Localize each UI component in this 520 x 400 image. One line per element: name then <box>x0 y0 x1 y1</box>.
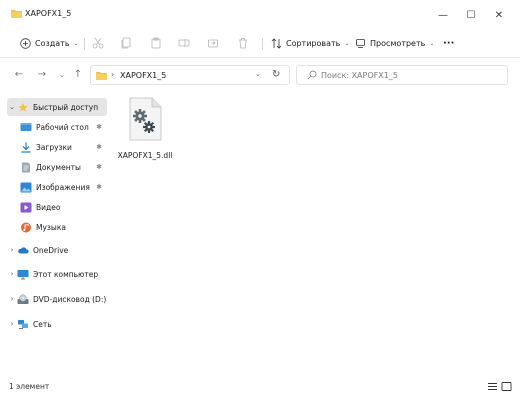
copy-icon[interactable] <box>120 37 132 49</box>
music-icon <box>21 222 31 232</box>
view-label: Просмотреть <box>370 38 426 48</box>
chevron-down-icon: ⌄ <box>429 39 435 47</box>
divider <box>84 38 85 50</box>
sidebar-item-label: DVD-дисковод (D:) <box>33 294 107 304</box>
dll-gear-icon <box>129 97 162 141</box>
up-arrow-icon[interactable]: ↑ <box>72 69 84 81</box>
sidebar-item-network[interactable]: › Сеть <box>7 315 107 333</box>
item-count: 1 элемент <box>9 382 50 391</box>
desktop-icon <box>20 122 32 131</box>
chevron-right-icon[interactable]: › <box>7 320 17 328</box>
sidebar-item-documents[interactable]: Документы ✱ <box>20 158 106 176</box>
window-title: XAPOFX1_5 <box>25 9 72 18</box>
breadcrumb-separator-icon: › <box>111 70 115 79</box>
navigation-pane: ⌄ Быстрый доступ Рабочий стол ✱ Загрузки… <box>0 92 108 374</box>
recent-chevron-icon[interactable]: ⌄ <box>56 69 68 81</box>
file-item[interactable]: XAPOFX1_5.dll <box>118 97 172 161</box>
sidebar-item-pictures[interactable]: Изображения ✱ <box>20 178 106 196</box>
sidebar-item-this-pc[interactable]: › Этот компьютер <box>7 265 107 283</box>
view-icon <box>356 38 365 48</box>
dvd-icon <box>17 293 29 304</box>
divider <box>262 38 263 50</box>
details-view-icon[interactable] <box>487 381 498 392</box>
address-row: ← → ⌄ ↑ › XAPOFX1_5 ⌄ ↻ Поиск: XAPOFX1_5 <box>0 60 520 90</box>
sidebar-item-onedrive[interactable]: › OneDrive <box>7 241 107 259</box>
pin-icon[interactable]: ✱ <box>96 123 102 131</box>
sidebar-item-label: Видео <box>36 202 61 212</box>
folder-icon <box>96 72 107 80</box>
sidebar-item-desktop[interactable]: Рабочий стол ✱ <box>20 118 106 136</box>
breadcrumb-current[interactable]: XAPOFX1_5 <box>120 71 166 80</box>
chevron-down-icon[interactable]: ⌄ <box>7 103 17 111</box>
chevron-down-icon: ⌄ <box>73 39 79 47</box>
sidebar-item-music[interactable]: Музыка <box>20 218 106 236</box>
more-options-button[interactable]: ··· <box>443 34 454 52</box>
sort-arrows-icon <box>271 37 282 49</box>
sidebar-item-downloads[interactable]: Загрузки ✱ <box>20 138 106 156</box>
delete-icon[interactable] <box>237 37 249 49</box>
sidebar-item-label: Загрузки <box>36 142 72 152</box>
view-button[interactable]: Просмотреть ⌄ <box>355 34 434 52</box>
file-explorer-window: XAPOFX1_5 — ☐ ✕ Создать ⌄ Сортировать ⌄ … <box>0 0 520 400</box>
back-arrow-icon[interactable]: ← <box>13 69 25 81</box>
create-label: Создать <box>35 38 70 48</box>
pin-icon[interactable]: ✱ <box>96 143 102 151</box>
network-icon <box>18 319 28 329</box>
sidebar-item-label: Музыка <box>36 222 66 232</box>
sidebar-item-dvd-drive[interactable]: › DVD-дисковод (D:) <box>7 290 107 308</box>
search-input[interactable]: Поиск: XAPOFX1_5 <box>296 65 508 85</box>
cloud-icon <box>18 246 29 253</box>
plus-circle-icon <box>20 37 31 49</box>
chevron-down-icon: ⌄ <box>344 39 350 47</box>
share-icon[interactable] <box>207 37 219 49</box>
star-icon <box>18 102 28 112</box>
search-placeholder: Поиск: XAPOFX1_5 <box>321 71 398 80</box>
maximize-button[interactable]: ☐ <box>459 6 483 24</box>
folder-icon <box>11 10 22 18</box>
sort-label: Сортировать <box>286 38 341 48</box>
sidebar-item-label: Документы <box>36 162 81 172</box>
chevron-right-icon[interactable]: › <box>7 246 17 254</box>
address-dropdown-icon[interactable]: ⌄ <box>255 70 261 78</box>
address-bar[interactable]: › XAPOFX1_5 ⌄ ↻ <box>90 65 290 85</box>
file-list: XAPOFX1_5.dll <box>110 92 520 374</box>
computer-icon <box>17 269 29 279</box>
sidebar-item-label: Быстрый доступ <box>33 102 99 112</box>
file-name: XAPOFX1_5.dll <box>117 151 173 160</box>
sidebar-item-label: Сеть <box>33 319 52 329</box>
search-icon <box>307 70 317 80</box>
close-button[interactable]: ✕ <box>487 6 511 24</box>
minimize-button[interactable]: — <box>431 6 455 24</box>
paste-icon[interactable] <box>150 37 162 49</box>
sidebar-item-quick-access[interactable]: ⌄ Быстрый доступ <box>7 98 107 116</box>
create-button[interactable]: Создать ⌄ <box>20 34 79 52</box>
refresh-icon[interactable]: ↻ <box>272 69 280 80</box>
rename-icon[interactable] <box>178 37 190 49</box>
sidebar-item-label: Этот компьютер <box>33 269 99 279</box>
video-icon <box>20 202 32 212</box>
sidebar-item-label: OneDrive <box>33 245 69 255</box>
documents-icon <box>22 162 30 172</box>
chevron-right-icon[interactable]: › <box>7 270 17 278</box>
tiles-view-icon[interactable] <box>501 381 512 392</box>
cut-icon[interactable] <box>92 37 104 49</box>
sort-button[interactable]: Сортировать ⌄ <box>271 34 349 52</box>
sidebar-item-label: Рабочий стол <box>36 122 89 132</box>
sidebar-item-video[interactable]: Видео <box>20 198 106 216</box>
forward-arrow-icon[interactable]: → <box>36 69 48 81</box>
sidebar-item-label: Изображения <box>36 182 90 192</box>
pin-icon[interactable]: ✱ <box>96 183 102 191</box>
pin-icon[interactable]: ✱ <box>96 163 102 171</box>
pictures-icon <box>20 182 32 192</box>
command-bar: Создать ⌄ Сортировать ⌄ Просмотреть ⌄ ··… <box>0 28 520 58</box>
status-bar: 1 элемент <box>0 376 520 398</box>
download-icon <box>21 142 31 153</box>
chevron-right-icon[interactable]: › <box>7 295 17 303</box>
title-bar: XAPOFX1_5 — ☐ ✕ <box>0 0 520 28</box>
